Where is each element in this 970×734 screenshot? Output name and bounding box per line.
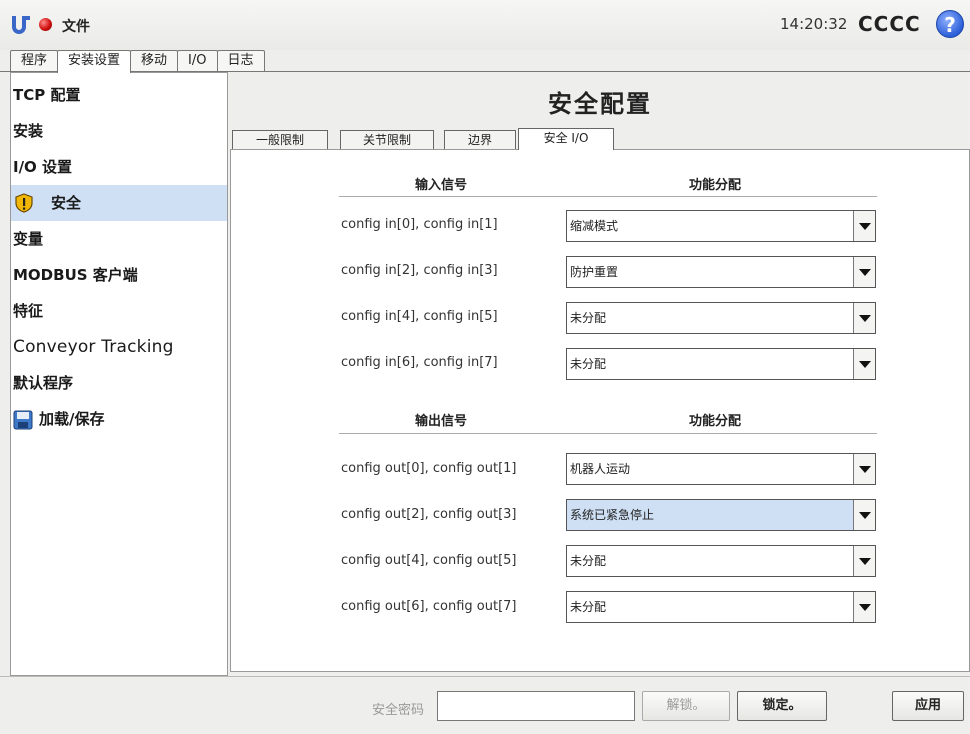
output-function-select[interactable]: 未分配	[566, 545, 876, 577]
output-function-select[interactable]: 机器人运动	[566, 453, 876, 485]
unlock-button[interactable]: 解锁。	[642, 691, 730, 721]
apply-button[interactable]: 应用	[892, 691, 964, 721]
divider	[339, 196, 877, 197]
tab-log[interactable]: 日志	[216, 50, 265, 72]
bottom-bar: 安全密码 解锁。 锁定。 应用	[0, 676, 970, 734]
sidebar-item-label: 加载/保存	[39, 410, 105, 428]
safety-io-panel: 输入信号 功能分配 config in[0], config in[1] 缩减模…	[230, 149, 970, 672]
input-function-select[interactable]: 缩减模式	[566, 210, 876, 242]
sidebar-item-label: Conveyor Tracking	[13, 337, 174, 357]
input-signal-label: config in[0], config in[1]	[341, 217, 498, 232]
chevron-down-icon[interactable]	[853, 349, 875, 379]
tab-move[interactable]: 移动	[130, 50, 179, 72]
sidebar-item-label: MODBUS 客户端	[13, 266, 138, 284]
sidebar-item-load-save[interactable]: 加载/保存	[11, 401, 227, 437]
page-title: 安全配置	[548, 90, 652, 118]
sidebar-item-label: 特征	[13, 302, 44, 320]
sidebar-item-label: I/O 设置	[13, 158, 73, 176]
sidebar-item-features[interactable]: 特征	[11, 293, 227, 329]
tab-safety-io[interactable]: 安全 I/O	[518, 128, 614, 150]
sidebar-item-variables[interactable]: 变量	[11, 221, 227, 257]
output-function-select[interactable]: 未分配	[566, 591, 876, 623]
sidebar-item-default-program[interactable]: 默认程序	[11, 365, 227, 401]
input-signal-header: 输入信号	[415, 178, 468, 193]
tab-program[interactable]: 程序	[10, 50, 59, 72]
tab-joint-limits[interactable]: 关节限制	[340, 130, 434, 150]
file-menu[interactable]: 文件	[62, 16, 90, 36]
input-function-select[interactable]: 未分配	[566, 348, 876, 380]
sidebar-item-safety[interactable]: 安全	[11, 185, 227, 221]
shield-warning-icon	[15, 193, 33, 213]
output-signal-label: config out[6], config out[7]	[341, 599, 517, 614]
lock-button[interactable]: 锁定。	[737, 691, 827, 721]
tab-general-limits[interactable]: 一般限制	[232, 130, 328, 150]
chevron-down-icon[interactable]	[853, 303, 875, 333]
help-icon[interactable]: ?	[936, 10, 964, 38]
select-value: 未分配	[570, 357, 607, 371]
floppy-disk-icon	[13, 410, 33, 430]
sidebar: TCP 配置 安装 I/O 设置 安全 变量 MODBUS 客户端 特征 Con…	[10, 72, 228, 676]
chevron-down-icon[interactable]	[853, 500, 875, 530]
sidebar-item-mounting[interactable]: 安装	[11, 113, 227, 149]
tab-installation[interactable]: 安装设置	[57, 50, 132, 73]
safety-password-field[interactable]	[437, 691, 635, 721]
sidebar-item-label: 安全	[51, 194, 82, 212]
sidebar-item-label: TCP 配置	[13, 86, 81, 104]
chevron-down-icon[interactable]	[853, 454, 875, 484]
select-value: 防护重置	[570, 265, 619, 279]
output-function-header: 功能分配	[689, 414, 742, 429]
select-value: 系统已紧急停止	[570, 508, 655, 522]
sidebar-item-tcp[interactable]: TCP 配置	[11, 77, 227, 113]
output-function-select[interactable]: 系统已紧急停止	[566, 499, 876, 531]
select-value: 机器人运动	[570, 462, 631, 476]
output-signal-header: 输出信号	[415, 414, 468, 429]
input-function-header: 功能分配	[689, 178, 742, 193]
input-function-select[interactable]: 防护重置	[566, 256, 876, 288]
chevron-down-icon[interactable]	[853, 257, 875, 287]
chevron-down-icon[interactable]	[853, 546, 875, 576]
select-value: 缩减模式	[570, 219, 619, 233]
tab-boundaries[interactable]: 边界	[444, 130, 516, 150]
input-signal-label: config in[2], config in[3]	[341, 263, 498, 278]
output-signal-label: config out[2], config out[3]	[341, 507, 517, 522]
chevron-down-icon[interactable]	[853, 592, 875, 622]
sidebar-item-conveyor-tracking[interactable]: Conveyor Tracking	[11, 329, 227, 365]
tab-io[interactable]: I/O	[177, 50, 218, 72]
top-bar: 文件 14:20:32 CCCC ?	[0, 0, 970, 50]
input-function-select[interactable]: 未分配	[566, 302, 876, 334]
content-panel: 安全配置 一般限制 关节限制 边界 安全 I/O 输入信号 功能分配 confi…	[230, 72, 970, 676]
password-label: 安全密码	[372, 703, 425, 718]
main-tabs: 程序 安装设置 移动 I/O 日志	[10, 50, 265, 73]
chevron-down-icon[interactable]	[853, 211, 875, 241]
input-signal-label: config in[4], config in[5]	[341, 309, 498, 324]
select-value: 未分配	[570, 311, 607, 325]
output-signal-label: config out[0], config out[1]	[341, 461, 517, 476]
select-value: 未分配	[570, 554, 607, 568]
sidebar-item-io-setup[interactable]: I/O 设置	[11, 149, 227, 185]
output-signal-label: config out[4], config out[5]	[341, 553, 517, 568]
robot-name: CCCC	[858, 12, 921, 36]
divider	[339, 433, 877, 434]
status-indicator-icon	[39, 18, 52, 31]
sidebar-item-label: 默认程序	[13, 374, 74, 392]
clock: 14:20:32	[780, 15, 848, 33]
sidebar-item-label: 安装	[13, 122, 44, 140]
sidebar-item-modbus[interactable]: MODBUS 客户端	[11, 257, 227, 293]
ur-logo-icon	[12, 16, 30, 34]
input-signal-label: config in[6], config in[7]	[341, 355, 498, 370]
sidebar-item-label: 变量	[13, 230, 44, 248]
select-value: 未分配	[570, 600, 607, 614]
